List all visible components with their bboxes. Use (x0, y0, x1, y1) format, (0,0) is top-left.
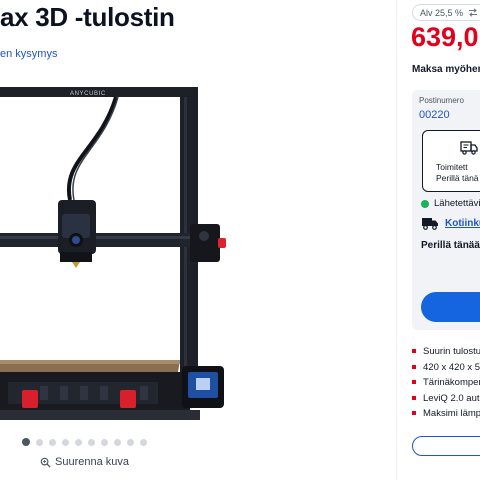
carousel-dot[interactable] (22, 438, 30, 446)
x-gantry (0, 233, 215, 247)
secondary-action-button[interactable] (412, 436, 480, 456)
zoom-icon (40, 457, 51, 468)
vat-toggle[interactable]: Alv 25,5 % (412, 4, 480, 21)
gantry-end (190, 224, 220, 262)
store-pickup-icon (460, 141, 478, 155)
carousel-dot[interactable] (127, 438, 134, 446)
swap-icon (469, 8, 478, 17)
carousel-dot[interactable] (140, 438, 147, 446)
bullet-icon (412, 364, 416, 369)
vat-label: Alv 25,5 % (420, 7, 464, 18)
pay-later-text: Maksa myöhem (412, 64, 480, 75)
carousel-dot[interactable] (101, 438, 108, 446)
feature-item: LeviQ 2.0 aut (412, 393, 480, 409)
postal-code-field[interactable]: Postinumero 00220 (419, 96, 480, 124)
product-price: 639,0 (411, 22, 479, 52)
postal-code-label: Postinumero (419, 96, 464, 105)
bullet-icon (412, 395, 416, 400)
bullet-icon (412, 349, 416, 353)
carousel-dot[interactable] (49, 438, 56, 446)
in-stock-dot-icon (421, 199, 429, 208)
frame-brand-text: ANYCUBIC (70, 91, 106, 97)
arrival-estimate: Perillä tänään (421, 240, 480, 251)
add-to-cart-button[interactable] (421, 292, 480, 322)
postal-code-value[interactable]: 00220 (419, 109, 480, 121)
bullet-icon (412, 411, 416, 415)
zoom-label: Suurenna kuva (55, 456, 129, 468)
feature-item: Suurin tulostu (412, 346, 480, 362)
product-image[interactable]: ANYCUBIC (0, 70, 400, 430)
feature-list: Suurin tulostu 420 x 420 x 5 Tärinäkompe… (412, 346, 480, 424)
delivery-truck-icon (422, 218, 438, 230)
carousel-dot[interactable] (75, 438, 82, 446)
feature-item: 420 x 420 x 5 (412, 362, 480, 378)
carousel-dot[interactable] (36, 438, 43, 446)
product-title: ax 3D -tulostin (0, 2, 175, 32)
feature-item: Maksimi lämp (412, 408, 480, 424)
pickup-title: Toimitett (436, 162, 468, 172)
stock-status: Lähetettävis (421, 198, 480, 209)
question-link[interactable]: en kysymys (0, 48, 57, 60)
home-delivery-link[interactable]: Kotiinku (445, 218, 480, 229)
home-delivery-row[interactable]: Kotiinku (421, 216, 480, 230)
image-carousel-dots (22, 438, 147, 446)
carousel-dot[interactable] (88, 438, 95, 446)
feature-item: Tärinäkomper (412, 377, 480, 393)
pickup-subtitle: Perillä tänä (436, 173, 479, 183)
carousel-dot[interactable] (62, 438, 69, 446)
column-divider (396, 0, 397, 480)
bullet-icon (412, 380, 416, 384)
stock-label: Lähetettävis (434, 198, 480, 209)
filament-cable (66, 96, 118, 201)
carousel-dot[interactable] (114, 438, 121, 446)
zoom-image-button[interactable]: Suurenna kuva (40, 456, 129, 468)
pickup-option-card[interactable]: Toimitett Perillä tänä (422, 130, 480, 192)
